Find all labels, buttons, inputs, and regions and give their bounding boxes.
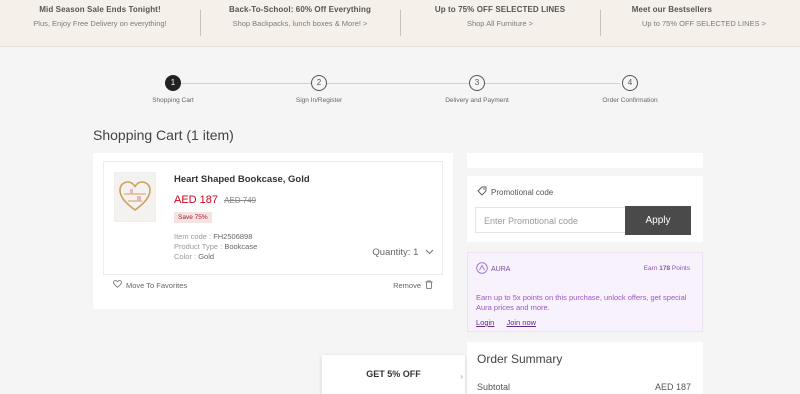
- original-price: AED 749: [224, 196, 257, 205]
- product-color-value: Gold: [198, 252, 215, 261]
- promo-code-header: Promotional code: [477, 186, 693, 198]
- cart-item: Heart Shaped Bookcase, Gold AED 187 AED …: [103, 161, 443, 275]
- step-number: 2: [311, 75, 327, 91]
- product-image[interactable]: [114, 172, 156, 222]
- promo-subtitle: Shop All Furniture >: [466, 19, 534, 28]
- step-label: Delivery and Payment: [445, 97, 509, 104]
- aura-links: Login Join now: [476, 318, 546, 327]
- step-label: Order Confirmation: [602, 97, 658, 104]
- aura-brand: AURA: [491, 265, 511, 273]
- step-label: Sign In/Register: [295, 97, 343, 104]
- step-shopping-cart: 1 Shopping Cart: [113, 73, 233, 104]
- cart-item-card: Heart Shaped Bookcase, Gold AED 187 AED …: [93, 153, 453, 309]
- heart-icon: [113, 280, 122, 290]
- product-color-label: Color :: [174, 252, 199, 261]
- step-number: 3: [469, 75, 485, 91]
- promo-item-selected-lines[interactable]: Up to 75% OFF SELECTED LINES Shop All Fu…: [400, 0, 600, 46]
- promo-title: Up to 75% OFF SELECTED LINES: [434, 5, 566, 14]
- remove-label: Remove: [393, 281, 421, 290]
- product-type-label: Product Type :: [174, 242, 225, 251]
- heart-bookcase-icon: [119, 181, 151, 211]
- page-title: Shopping Cart (1 item): [93, 127, 234, 143]
- promo-title: Mid Season Sale Ends Tonight!: [39, 5, 161, 14]
- step-number: 4: [622, 75, 638, 91]
- product-type-value: Bookcase: [224, 242, 258, 251]
- checkout-steps: 1 Shopping Cart 2 Sign In/Register 3 Del…: [100, 73, 700, 113]
- remove-button[interactable]: Remove: [393, 280, 433, 291]
- order-summary-title: Order Summary: [477, 352, 563, 366]
- step-order-confirmation: 4 Order Confirmation: [570, 73, 690, 104]
- promo-code-input[interactable]: Enter Promotional code: [475, 207, 625, 233]
- product-color: Color : Gold: [174, 252, 214, 261]
- step-number: 1: [165, 75, 181, 91]
- promo-item-back-to-school[interactable]: Back-To-School: 60% Off Everything Shop …: [200, 0, 400, 46]
- promo-item-sale[interactable]: Mid Season Sale Ends Tonight! Plus, Enjo…: [0, 0, 200, 46]
- promo-code-panel: Promotional code Enter Promotional code …: [467, 176, 703, 242]
- promo-title: Back-To-School: 60% Off Everything: [229, 5, 371, 14]
- apply-button[interactable]: Apply: [625, 206, 691, 235]
- promo-title: Meet our Bestsellers: [631, 5, 712, 14]
- aura-points: Earn 178 Points: [644, 265, 690, 272]
- top-panel: [467, 153, 703, 168]
- points-value: 178: [659, 265, 671, 272]
- tag-icon: [477, 186, 487, 198]
- step-label: Shopping Cart: [152, 97, 194, 104]
- order-summary-panel: Order Summary Subtotal AED 187: [467, 342, 703, 394]
- item-code-label: Item code :: [174, 232, 214, 241]
- discount-badge: Save 75%: [174, 212, 212, 223]
- step-delivery-payment: 3 Delivery and Payment: [417, 73, 537, 104]
- product-name[interactable]: Heart Shaped Bookcase, Gold: [174, 174, 310, 185]
- promo-subtitle: Plus, Enjoy Free Delivery on everything!: [33, 19, 167, 28]
- item-code: Item code : FH2506898: [174, 232, 252, 241]
- chevron-down-icon: [425, 247, 434, 258]
- trash-icon: [425, 280, 433, 291]
- points-suffix: Points: [671, 265, 690, 272]
- promo-code-form: Enter Promotional code Apply: [475, 206, 691, 235]
- subtotal-label: Subtotal: [477, 382, 511, 392]
- step-sign-in: 2 Sign In/Register: [259, 73, 379, 104]
- quantity-select[interactable]: Quantity: 1: [344, 247, 434, 263]
- aura-loyalty-panel: AURA Earn 178 Points Earn up to 5x point…: [467, 252, 703, 332]
- move-to-favorites-label: Move To Favorites: [126, 280, 188, 290]
- steps-connector: [180, 83, 620, 84]
- aura-description: Earn up to 5x points on this purchase, u…: [476, 293, 687, 312]
- subtotal-row: Subtotal AED 187: [477, 382, 691, 392]
- quantity-value: Quantity: 1: [372, 247, 419, 258]
- promo-item-bestsellers[interactable]: Meet our Bestsellers Up to 75% OFF SELEC…: [600, 0, 800, 46]
- points-prefix: Earn: [643, 265, 658, 272]
- chevron-right-icon: ›: [460, 372, 463, 381]
- item-actions: Move To Favorites Remove: [103, 280, 443, 294]
- item-code-value: FH2506898: [213, 232, 253, 241]
- promo-subtitle: Up to 75% OFF SELECTED LINES >: [641, 19, 766, 28]
- price-row: AED 187 AED 749: [174, 194, 256, 206]
- promo-code-label: Promotional code: [491, 187, 554, 197]
- current-price: AED 187: [174, 194, 219, 206]
- discount-popup-banner[interactable]: GET 5% OFF ›: [322, 355, 465, 394]
- product-type: Product Type : Bookcase: [174, 242, 257, 251]
- aura-icon: [476, 262, 488, 276]
- promo-subtitle: Shop Backpacks, lunch boxes & More! >: [232, 19, 368, 28]
- move-to-favorites-button[interactable]: Move To Favorites: [113, 280, 187, 290]
- discount-popup-text: GET 5% OFF: [366, 369, 421, 379]
- promo-bar: Mid Season Sale Ends Tonight! Plus, Enjo…: [0, 0, 800, 47]
- aura-logo: AURA: [476, 262, 510, 276]
- subtotal-value: AED 187: [654, 382, 691, 392]
- login-link[interactable]: Login: [476, 318, 494, 327]
- join-now-link[interactable]: Join now: [506, 318, 536, 327]
